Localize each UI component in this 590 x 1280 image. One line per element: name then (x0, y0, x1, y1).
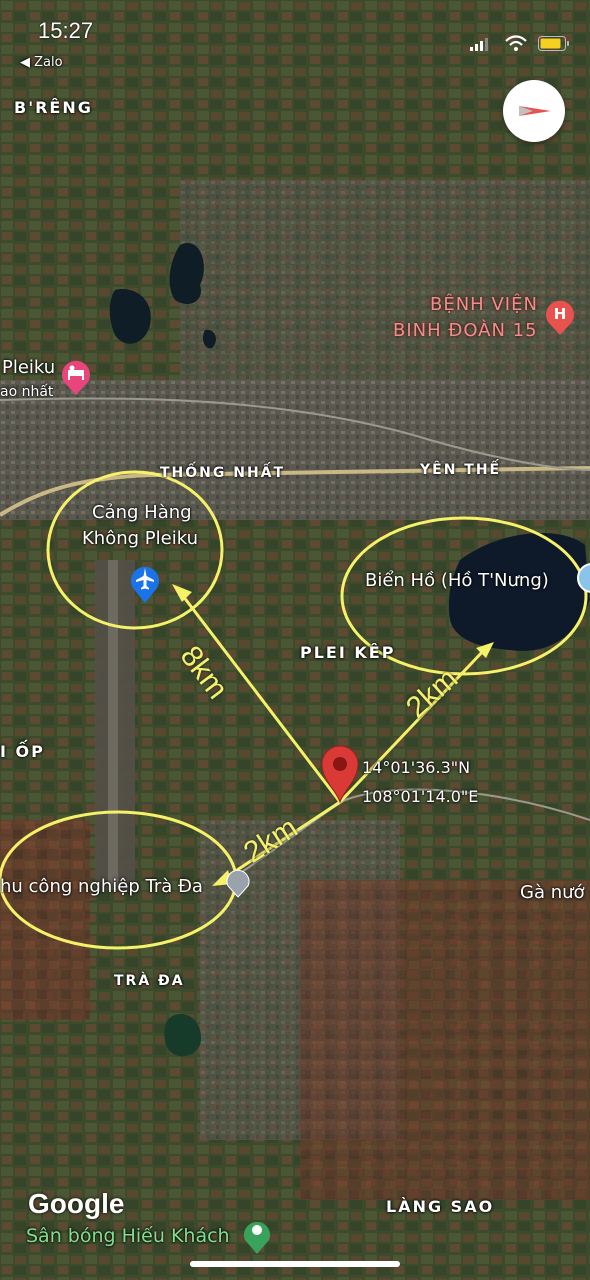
lake-name[interactable]: Biển Hồ (Hồ T'Nưng) (365, 570, 549, 591)
hotel-name: Pleiku (2, 357, 56, 378)
compass-needle-icon (519, 106, 551, 116)
signal-icon (470, 38, 488, 51)
hotel-bed-icon (62, 360, 90, 395)
stadium-label[interactable]: Sân bóng Hiếu Khách (26, 1225, 230, 1247)
hospital-name-line2: BINH ĐOÀN 15 (393, 320, 538, 341)
google-logo: Google (28, 1188, 125, 1219)
dropped-pin-icon[interactable] (318, 742, 362, 804)
satellite-map[interactable] (0, 0, 590, 1280)
hospital-name-line1: BỆNH VIỆN (430, 294, 538, 315)
svg-text:H: H (554, 305, 567, 323)
road-label-thong-nhat: THỐNG NHẤT (160, 465, 286, 481)
airport-name-line2: Không Pleiku (82, 528, 198, 549)
coordinates-lng: 108°01'14.0"E (362, 787, 479, 806)
area-label-i-op: I ỐP (0, 742, 45, 761)
area-label-lang-sao: LÀNG SAO (386, 1197, 495, 1216)
industrial-zone-name[interactable]: hu công nghiệp Trà Đa (0, 876, 203, 897)
airport-name-line1: Cảng Hàng (92, 502, 192, 523)
status-time: 15:27 (38, 18, 94, 43)
hotel-subtitle: ao nhất (0, 384, 54, 400)
area-label-breng: B'RÊNG (14, 98, 93, 117)
road-label-yen-the: YÊN THẾ (420, 462, 502, 478)
compass-button[interactable] (503, 80, 565, 142)
airplane-icon (131, 566, 159, 603)
coordinates-lat: 14°01'36.3"N (362, 758, 471, 777)
battery-icon (538, 36, 569, 51)
hospital-icon: H (546, 300, 574, 335)
home-indicator[interactable] (190, 1261, 400, 1267)
stadium-marker-icon[interactable] (242, 1215, 272, 1255)
lake-marker-icon[interactable] (574, 560, 590, 596)
wifi-icon (505, 35, 527, 51)
back-to-app[interactable]: ◀ Zalo (20, 55, 63, 70)
restaurant-label[interactable]: Gà nướ (520, 882, 585, 903)
area-label-plei-kep: PLEI KÊP (300, 643, 396, 662)
status-bar: 15:27 ◀ Zalo (0, 0, 590, 70)
area-label-tra-da: TRÀ ĐA (114, 973, 185, 989)
industrial-zone-icon (226, 869, 250, 898)
